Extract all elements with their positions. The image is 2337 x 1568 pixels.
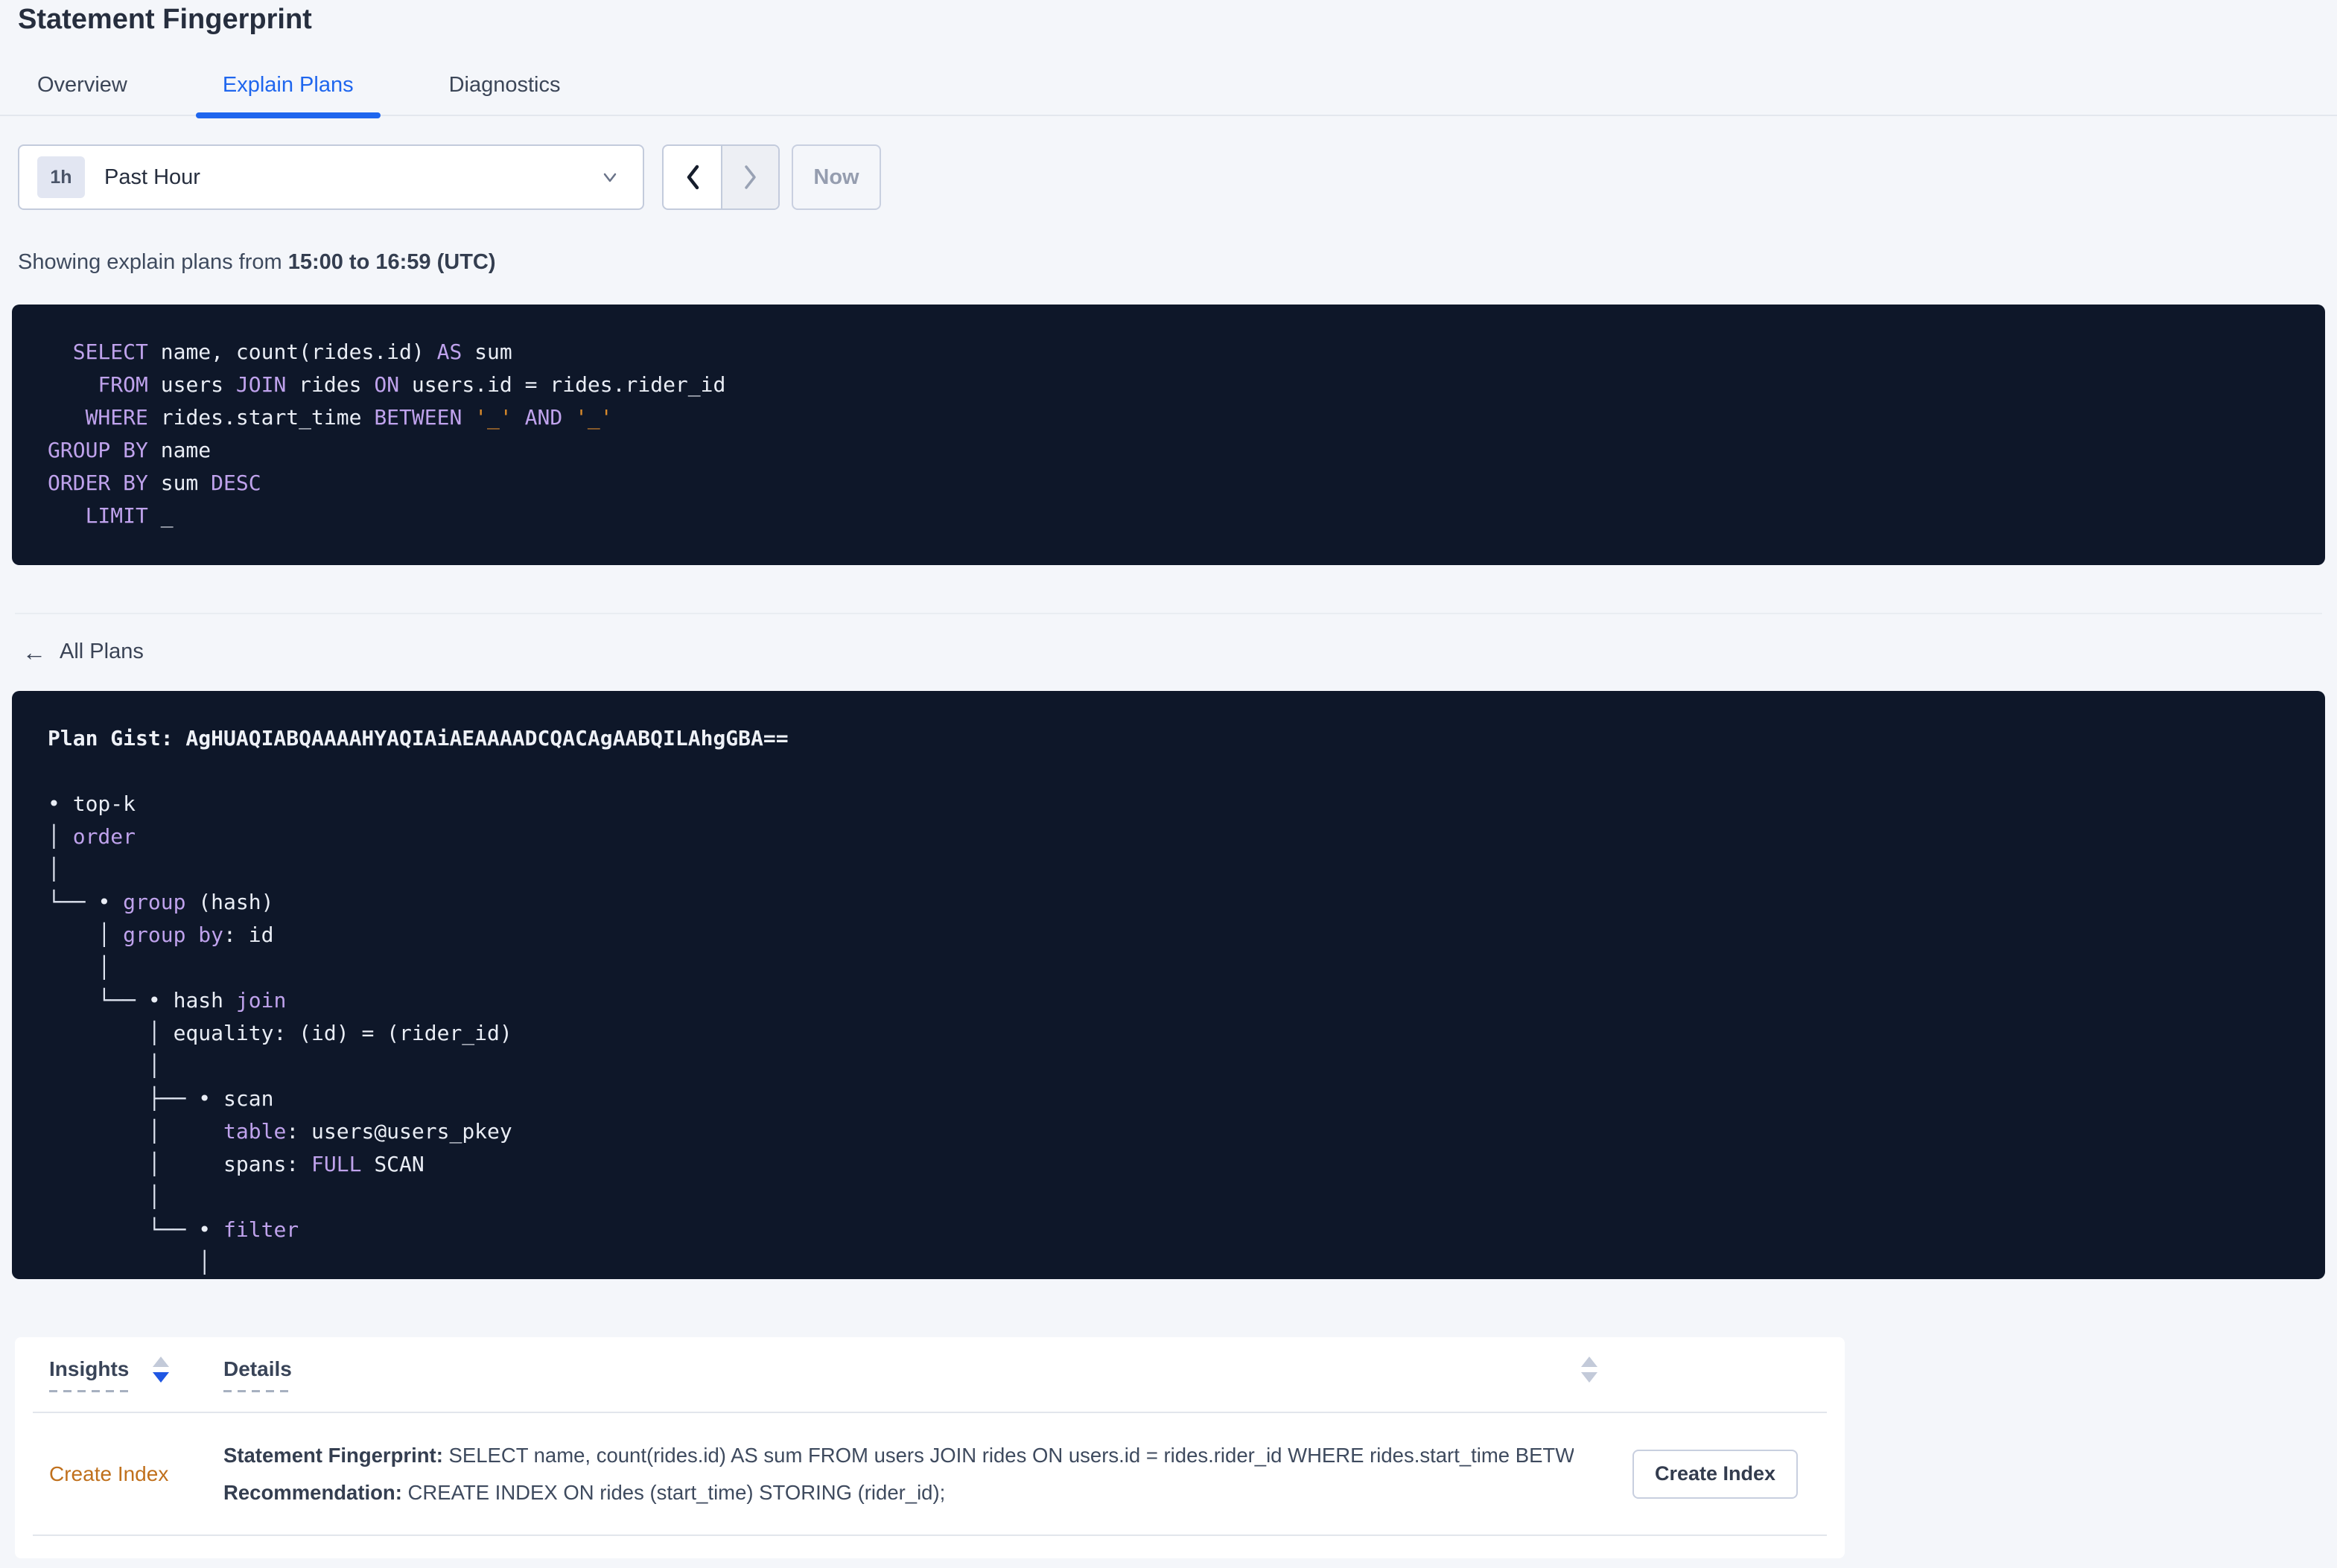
row-actions-cell: Create Index <box>1603 1449 1827 1499</box>
tab-bar: Overview Explain Plans Diagnostics <box>0 55 2337 118</box>
section-divider <box>15 613 2322 614</box>
chevron-right-icon <box>744 165 756 189</box>
time-range-label: Past Hour <box>104 165 200 189</box>
showing-range-prefix: Showing explain plans from <box>18 250 288 274</box>
column-header-details[interactable]: Details <box>223 1356 1603 1393</box>
sort-icon-details[interactable] <box>1581 1356 1597 1383</box>
column-header-insights[interactable]: Insights <box>33 1356 223 1393</box>
time-pager <box>662 144 780 210</box>
chevron-down-icon <box>600 167 620 188</box>
all-plans-back-link[interactable]: ← All Plans <box>22 640 144 664</box>
create-index-button[interactable]: Create Index <box>1632 1449 1799 1499</box>
tab-explain-plans[interactable]: Explain Plans <box>195 55 381 118</box>
sort-icon-insights[interactable] <box>153 1356 170 1383</box>
tab-diagnostics[interactable]: Diagnostics <box>422 55 588 115</box>
recommendation-line: Recommendation: CREATE INDEX ON rides (s… <box>223 1480 946 1504</box>
statement-fingerprint-line: Statement Fingerprint: SELECT name, coun… <box>223 1443 1574 1467</box>
sql-statement-block: SELECT name, count(rides.id) AS sum FROM… <box>12 305 2325 565</box>
table-row: Create Index Statement Fingerprint: SELE… <box>33 1412 1827 1536</box>
chevron-left-icon <box>687 165 699 190</box>
insights-table-header: Insights Details <box>33 1337 1827 1412</box>
insight-details-cell: Statement Fingerprint: SELECT name, coun… <box>223 1437 1603 1511</box>
time-selector-row: 1h Past Hour Now <box>18 144 2337 210</box>
showing-range-text: Showing explain plans from 15:00 to 16:5… <box>18 250 2337 275</box>
now-button[interactable]: Now <box>792 144 881 210</box>
tab-overview[interactable]: Overview <box>10 55 154 115</box>
next-interval-button[interactable] <box>721 146 778 208</box>
insights-table-card: Insights Details Create Index Statement … <box>15 1337 1845 1558</box>
showing-range-value: 15:00 to 16:59 (UTC) <box>287 250 496 274</box>
time-range-select[interactable]: 1h Past Hour <box>18 144 644 210</box>
page-title: Statement Fingerprint <box>18 4 312 35</box>
previous-interval-button[interactable] <box>664 146 721 208</box>
all-plans-label: All Plans <box>60 640 144 663</box>
arrow-left-icon: ← <box>22 638 46 666</box>
time-range-badge: 1h <box>37 156 85 198</box>
plan-gist-block: Plan Gist: AgHUAQIABQAAAAHYAQIAiAEAAAADC… <box>12 691 2325 1279</box>
insight-type-link[interactable]: Create Index <box>33 1462 223 1486</box>
